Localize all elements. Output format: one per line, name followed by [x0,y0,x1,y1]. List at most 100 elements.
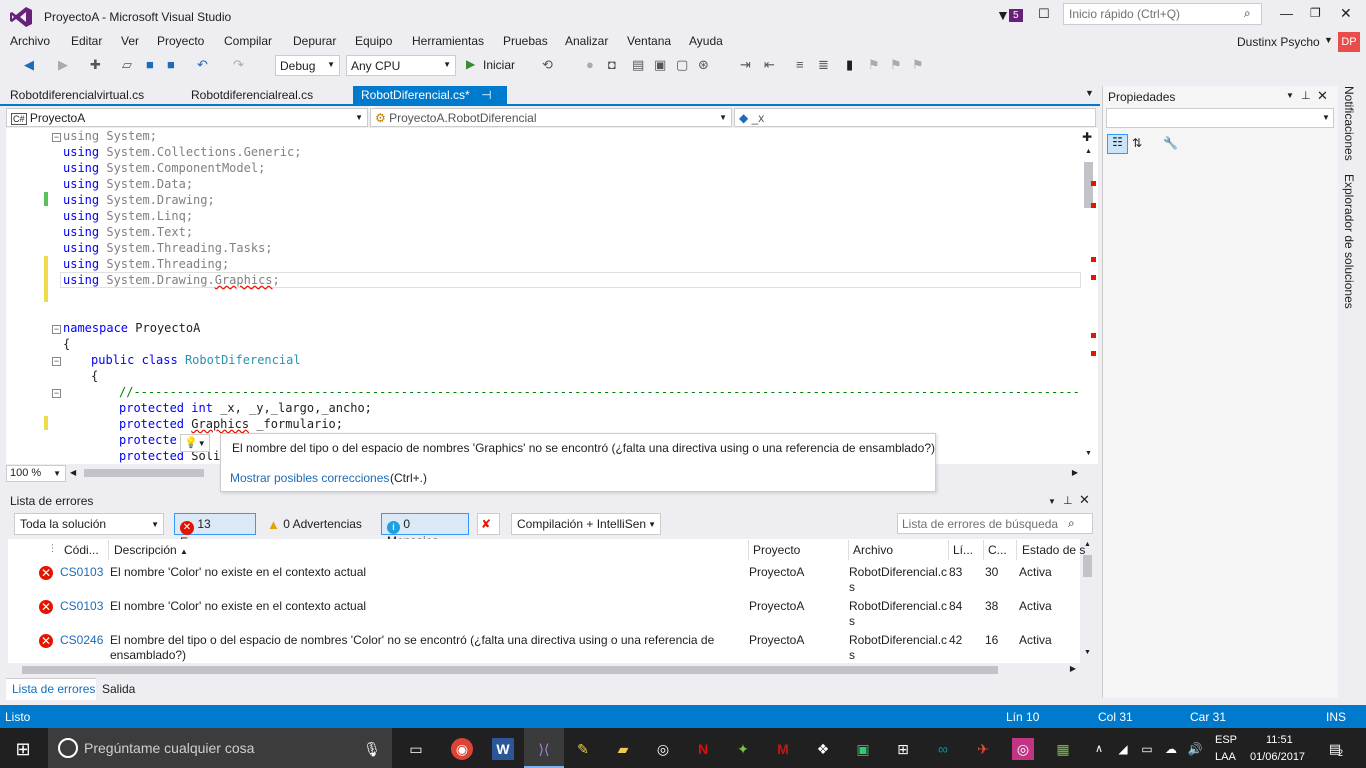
column-separator[interactable] [108,540,109,560]
outdent-icon[interactable]: ⇤ [764,57,775,73]
properties-object-combo[interactable] [1106,108,1334,128]
class-nav-combo[interactable]: ⚙ ProyectoA.RobotDiferencial ▼ [370,108,732,127]
pin-icon[interactable]: ⊥ [1063,494,1073,507]
task-view-icon[interactable]: ▭ [405,738,427,760]
bookmark-icon[interactable]: ▮ [846,57,853,73]
feedback-icon[interactable]: ☐ [1038,6,1050,22]
menu-ventana[interactable]: Ventana [627,34,671,48]
taskbar-search-input[interactable]: Pregúntame cualquier cosa [84,740,254,756]
menu-ver[interactable]: Ver [121,34,139,48]
store-icon[interactable]: ⊞ [892,738,914,760]
column-line[interactable]: Lí... [953,543,973,557]
scroll-right-icon[interactable]: ▶ [1072,468,1078,477]
visual-studio-icon[interactable]: ⟩⟨ [533,738,555,760]
menu-herramientas[interactable]: Herramientas [412,34,484,48]
menu-ayuda[interactable]: Ayuda [689,34,723,48]
user-name[interactable]: Dustinx Psycho [1237,35,1320,49]
word-icon[interactable]: W [492,738,514,760]
step-icon[interactable]: ● [586,57,594,72]
uncomment-icon[interactable]: ≣ [818,57,829,73]
redo-icon[interactable]: ↷ [233,57,244,73]
battery-icon[interactable]: ▭ [1136,738,1158,760]
menu-proyecto[interactable]: Proyecto [157,34,204,48]
keyboard-layout[interactable]: LAA [1215,751,1236,763]
settings-icon[interactable]: ⊛ [698,57,709,73]
start-button[interactable]: Iniciar [483,58,515,72]
error-marker[interactable] [1091,181,1096,186]
navigate-back-icon[interactable]: ◀ [24,57,34,73]
onedrive-icon[interactable]: ☁ [1160,738,1182,760]
build-filter-combo[interactable]: Compilación + IntelliSen ▼ [511,513,661,535]
collapse-icon[interactable]: − [52,325,61,334]
open-folder-icon[interactable]: ▱ [122,57,132,73]
media-icon[interactable]: ◎ [652,738,674,760]
show-fixes-link[interactable]: Mostrar posibles correcciones [230,471,389,485]
error-marker[interactable] [1091,203,1096,208]
chevron-down-icon[interactable]: ▼ [1286,91,1294,100]
windows-start-icon[interactable]: ⊞ [12,738,34,760]
volume-icon[interactable]: 🔊 [1184,738,1206,760]
zoom-combo[interactable]: 100 % ▼ [6,465,66,482]
scope-combo[interactable]: Toda la solución ▼ [14,513,164,535]
menu-analizar[interactable]: Analizar [565,34,608,48]
app-icon[interactable]: ✈ [972,738,994,760]
project-nav-combo[interactable]: C# ProyectoA ▼ [6,108,368,127]
bookmark-clear-icon[interactable]: ⚑ [912,57,924,73]
menu-editar[interactable]: Editar [71,34,102,48]
navigate-forward-icon[interactable]: ▶ [58,57,68,73]
mcafee-icon[interactable]: M [772,738,794,760]
messages-filter-button[interactable]: i 0 Mensajes [381,513,469,548]
platform-combo[interactable]: Any CPU ▼ [346,55,456,76]
browser-link-icon[interactable]: ⟲ [542,57,553,73]
tab-robotdiferencialreal[interactable]: Robotdiferencialreal.cs [183,86,321,105]
shopping-icon[interactable]: ▣ [852,738,874,760]
scroll-left-icon[interactable]: ◀ [70,468,76,477]
save-icon[interactable]: ■ [146,57,154,72]
save-all-icon[interactable]: ■ [167,57,175,72]
column-separator[interactable] [948,540,949,560]
column-project[interactable]: Proyecto [753,543,800,557]
tab-salida[interactable]: Salida [102,682,135,696]
language-code[interactable]: ESP [1215,734,1237,746]
scroll-down-icon[interactable]: ▼ [1085,450,1092,457]
column-separator[interactable] [983,540,984,560]
error-marker[interactable] [1091,333,1096,338]
column-code[interactable]: Códi... [64,543,99,557]
netflix-icon[interactable]: N [692,738,714,760]
error-search-input[interactable]: Lista de errores de búsqueda [897,513,1093,534]
clock-date[interactable]: 01/06/2017 [1250,751,1305,763]
notifications-filter-icon[interactable]: ▼ [996,7,1010,23]
error-vertical-scrollbar[interactable]: ▲ ▼ [1081,539,1095,661]
minimize-button[interactable]: — [1280,6,1293,21]
new-project-icon[interactable]: ✚ [90,57,101,73]
alphabetical-icon[interactable]: ⇅ [1132,136,1142,150]
show-hidden-icons[interactable]: ∧ [1088,738,1110,760]
code-editor[interactable]: − − − − using System; using System.Colle… [6,128,1081,464]
chevron-down-icon[interactable]: ▼ [1324,35,1333,45]
chevron-down-icon[interactable]: ▼ [1048,497,1056,506]
avatar[interactable]: DP [1338,32,1360,52]
scrollbar-thumb[interactable] [84,469,204,477]
instagram-icon[interactable]: ◎ [1012,738,1034,760]
app-icon[interactable]: ✦ [732,738,754,760]
side-tab-notificaciones[interactable]: Notificaciones [1342,86,1356,161]
collapse-icon[interactable]: − [52,389,61,398]
app-icon[interactable]: ✎ [572,738,594,760]
configuration-combo[interactable]: Debug ▼ [275,55,340,76]
close-icon[interactable]: ✕ [1079,492,1090,508]
terminal-icon[interactable]: ▣ [654,57,666,73]
column-separator[interactable] [848,540,849,560]
undo-icon[interactable]: ↶ [197,57,208,73]
error-marker[interactable] [1091,257,1096,262]
arduino-icon[interactable]: ∞ [932,738,954,760]
collapse-icon[interactable]: − [52,133,61,142]
error-code-link[interactable]: CS0103 [60,565,103,580]
column-column[interactable]: C... [988,543,1007,557]
scroll-right-icon[interactable]: ▶ [1070,664,1076,673]
tab-lista-de-errores[interactable]: Lista de errores [12,682,95,696]
errors-filter-button[interactable]: ✕ 13 Errores [174,513,256,549]
maximize-button[interactable]: ❐ [1310,6,1321,20]
column-separator[interactable] [748,540,749,560]
comment-icon[interactable]: ≡ [796,57,804,72]
column-description[interactable]: Descripción ▲ [114,543,188,557]
